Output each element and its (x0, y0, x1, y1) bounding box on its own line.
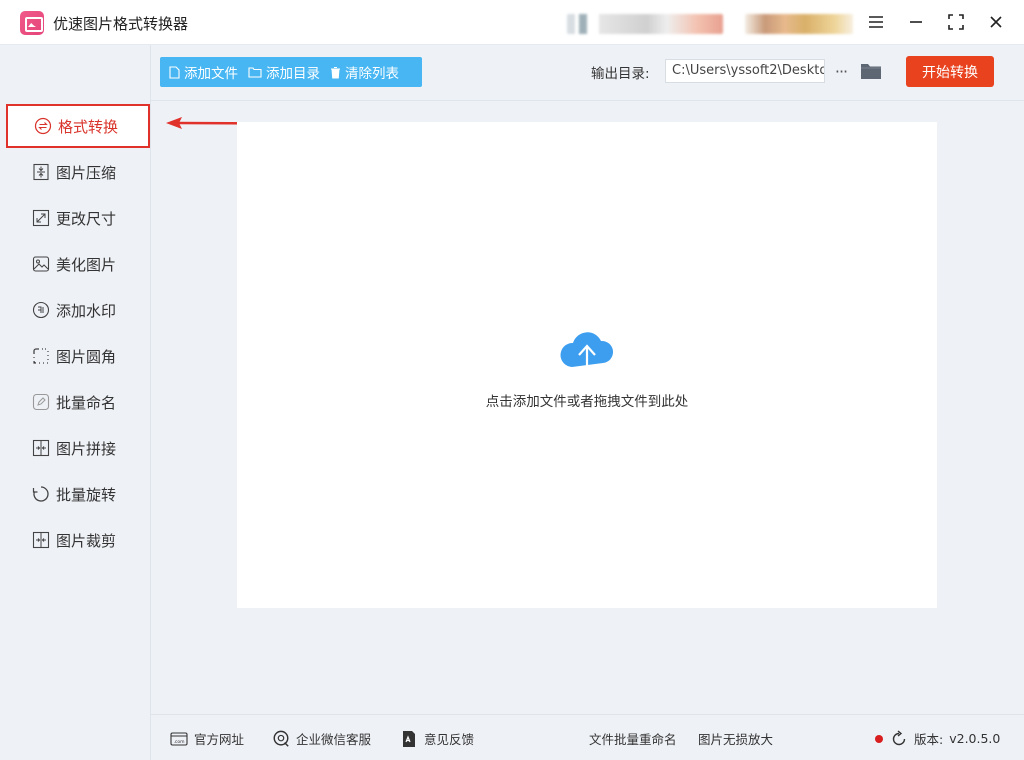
sidebar-item-label: 图片裁剪 (56, 531, 117, 550)
image-beautify-icon (32, 255, 50, 273)
trash-icon (331, 66, 340, 78)
watermark-icon (32, 301, 50, 319)
sidebar-item-format-convert[interactable]: 格式转换 (6, 104, 150, 148)
sidebar-item-label: 更改尺寸 (56, 209, 117, 228)
sidebar-item-compress[interactable]: 图片压缩 (32, 158, 116, 186)
footer-bar: .com 官方网址 企业微信客服 意见反馈 文件批量重命名 图片无损放大 版本:… (151, 714, 1024, 760)
add-folder-button[interactable]: 添加目录 (248, 62, 320, 82)
sidebar-item-label: 美化图片 (56, 255, 117, 274)
wechat-support-label: 企业微信客服 (296, 732, 372, 747)
batch-rename-label: 文件批量重命名 (589, 732, 677, 747)
lossless-enlarge-link[interactable]: 图片无损放大 (698, 729, 773, 748)
add-file-label: 添加文件 (184, 66, 238, 82)
feedback-label: 意见反馈 (424, 732, 475, 747)
open-folder-button[interactable] (860, 61, 882, 81)
close-icon (990, 16, 1002, 28)
sidebar-item-rename[interactable]: 批量命名 (32, 388, 116, 416)
vip-info-blurred[interactable] (745, 14, 853, 34)
minimize-button[interactable] (903, 9, 929, 35)
sidebar: 格式转换 图片压缩 更改尺寸 美化图片 添加水印 图片圆角 批量命名 图片拼接 … (0, 45, 151, 760)
minimize-icon (910, 21, 922, 23)
sidebar-item-label: 图片圆角 (56, 347, 117, 366)
svg-text:.com: .com (173, 740, 184, 745)
swap-circle-icon (34, 117, 52, 135)
app-logo-icon (20, 11, 44, 35)
file-icon (169, 65, 180, 79)
add-file-button[interactable]: 添加文件 (169, 62, 238, 82)
resize-icon (32, 209, 50, 227)
wechat-support-link[interactable]: 企业微信客服 (272, 729, 371, 748)
feedback-icon (400, 730, 418, 747)
sidebar-item-beautify[interactable]: 美化图片 (32, 250, 116, 278)
version-label: 版本: (914, 732, 944, 747)
sidebar-item-rounded[interactable]: 图片圆角 (32, 342, 116, 370)
official-website-label: 官方网址 (194, 732, 245, 747)
cloud-upload-icon (560, 332, 614, 381)
sidebar-item-label: 图片拼接 (56, 439, 117, 458)
batch-rename-link[interactable]: 文件批量重命名 (589, 729, 677, 748)
update-dot-icon (875, 735, 883, 743)
browse-more-button[interactable]: ··· (832, 60, 850, 82)
version-info[interactable]: 版本: v2.0.5.0 (890, 729, 1000, 748)
sidebar-item-label: 批量旋转 (56, 485, 117, 504)
title-bar: 优速图片格式转换器 (0, 0, 1024, 45)
clear-list-label: 清除列表 (345, 66, 399, 82)
chat-icon (272, 730, 290, 747)
rotate-icon (32, 485, 50, 503)
sidebar-item-resize[interactable]: 更改尺寸 (32, 204, 116, 232)
folder-outline-icon (248, 67, 262, 78)
clear-list-button[interactable]: 清除列表 (330, 62, 399, 82)
crop-icon (32, 531, 50, 549)
sidebar-item-watermark[interactable]: 添加水印 (32, 296, 116, 324)
sidebar-item-label: 批量命名 (56, 393, 117, 412)
close-button[interactable] (983, 9, 1009, 35)
sidebar-item-label: 图片压缩 (56, 163, 117, 182)
sidebar-item-label: 添加水印 (56, 301, 117, 320)
rename-icon (32, 393, 50, 411)
sidebar-item-stitch[interactable]: 图片拼接 (32, 434, 116, 462)
rounded-corner-icon (32, 347, 50, 365)
version-value: v2.0.5.0 (949, 731, 1001, 746)
add-folder-label: 添加目录 (266, 66, 320, 82)
refresh-icon (890, 729, 908, 747)
output-dir-label: 输出目录: (591, 66, 650, 82)
sidebar-item-label: 格式转换 (58, 117, 119, 136)
app-title: 优速图片格式转换器 (53, 15, 189, 33)
file-toolbar: 添加文件 添加目录 清除列表 (160, 57, 422, 87)
feedback-link[interactable]: 意见反馈 (400, 729, 474, 748)
official-website-link[interactable]: .com 官方网址 (170, 729, 244, 748)
sidebar-item-rotate[interactable]: 批量旋转 (32, 480, 116, 508)
start-convert-button[interactable]: 开始转换 (906, 56, 994, 87)
output-dir-field[interactable]: C:\Users\yssoft2\Desktop (665, 59, 825, 83)
website-icon: .com (170, 731, 188, 747)
compress-icon (32, 163, 50, 181)
maximize-button[interactable] (943, 9, 969, 35)
menu-button[interactable] (863, 9, 889, 35)
lossless-enlarge-label: 图片无损放大 (698, 732, 774, 747)
account-info-blurred[interactable] (567, 14, 723, 34)
folder-icon (861, 64, 881, 79)
sidebar-item-crop[interactable]: 图片裁剪 (32, 526, 116, 554)
stitch-icon (32, 439, 50, 457)
file-drop-zone[interactable]: 点击添加文件或者拖拽文件到此处 (237, 122, 937, 608)
fullscreen-icon (948, 14, 964, 30)
menu-icon (869, 16, 883, 28)
divider (151, 100, 1024, 101)
drop-hint: 点击添加文件或者拖拽文件到此处 (485, 394, 689, 410)
